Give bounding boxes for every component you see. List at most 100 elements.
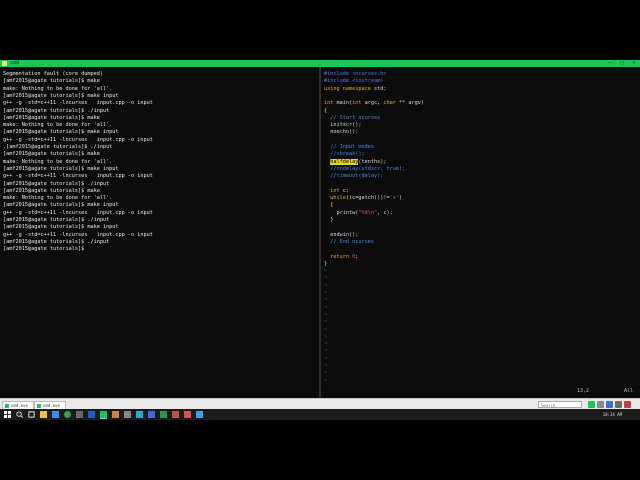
app-icon[interactable] — [88, 411, 95, 418]
vim-code-line: ~ — [324, 283, 327, 290]
vim-empty-line-marker: ~ — [324, 370, 328, 377]
mail-icon[interactable] — [148, 411, 155, 418]
code-token: , c); — [377, 209, 393, 216]
terminal-line: [amf2015@agate tutorials]$ make — [3, 187, 100, 194]
vim-code-line: ~ — [324, 327, 327, 334]
search-icon[interactable] — [16, 411, 23, 418]
code-token: ) — [398, 195, 403, 202]
window-titlebar[interactable]: cmd – □ × — [0, 60, 640, 67]
terminal-line: [amf2015@agate tutorials]$ make — [3, 78, 100, 85]
start-icon[interactable] — [4, 411, 11, 418]
window-title: cmd — [10, 60, 20, 66]
vim-empty-line-marker: ~ — [324, 319, 328, 326]
windows-taskbar: 10:34 AM — [0, 409, 640, 420]
vim-code-line: } — [324, 217, 333, 224]
vim-code-line: initscr(); — [324, 122, 361, 129]
code-token: char — [383, 100, 396, 107]
vim-empty-line-marker: ~ — [324, 297, 328, 304]
code-token: c; — [339, 187, 349, 194]
vim-empty-line-marker: ~ — [324, 275, 328, 282]
vim-code-line: printw("%d\n", c); — [324, 209, 393, 217]
vim-empty-line-marker: ~ — [324, 282, 328, 289]
app-icon[interactable] — [124, 411, 131, 418]
terminal-icon[interactable] — [100, 411, 107, 419]
search-input[interactable]: Search — [538, 401, 582, 408]
app-icon[interactable] — [172, 411, 179, 418]
terminal-icon — [37, 404, 41, 408]
code-token: { — [324, 202, 334, 209]
vim-empty-line-marker: ~ — [324, 326, 328, 333]
tray-settings-icon[interactable] — [597, 401, 604, 408]
vim-code-line: ~ — [324, 370, 327, 377]
tab-label: cmd.exe — [43, 403, 60, 408]
tray-app-icon[interactable] — [588, 401, 595, 408]
vim-empty-line-marker: ~ — [324, 348, 328, 355]
terminal-line: [amf2015@agate tutorials]$ ./input — [3, 180, 110, 187]
code-token: ** argv) — [395, 100, 424, 107]
vim-code-line: ~ — [324, 297, 327, 304]
app-icon[interactable] — [112, 411, 119, 418]
code-token: std; — [370, 85, 387, 92]
vim-code-line: { — [324, 202, 333, 209]
vim-code-line: while((c=getch())!='x') — [324, 195, 402, 202]
minimize-icon[interactable]: – — [605, 60, 615, 67]
tray-close-icon[interactable] — [624, 401, 631, 408]
code-token: halfdelay — [330, 158, 359, 165]
code-token: } — [324, 217, 334, 223]
store-icon[interactable] — [52, 411, 59, 418]
code-token: endwin(); — [324, 231, 359, 238]
code-token: initscr(); — [324, 122, 362, 129]
vim-code-line: // Input modes — [324, 144, 374, 151]
terminal-line: [amf2015@agate tutorials]$ make input — [3, 165, 119, 172]
terminal-line: g++ -g -std=c++11 -lncurses input.cpp -o… — [3, 173, 153, 180]
vim-editor-pane[interactable]: 13,2 All #include <ncurses.h> #include <i… — [321, 67, 640, 398]
vim-code-line: // End ncurses — [324, 239, 374, 246]
code-token: while — [330, 195, 346, 202]
tray-restore-icon[interactable] — [615, 401, 622, 408]
vim-cursor-position: 13,2 — [577, 388, 590, 394]
code-token: } — [324, 260, 328, 267]
app-icon[interactable] — [184, 411, 191, 418]
code-token: main( — [333, 100, 353, 107]
bottom-letterbox — [0, 420, 640, 480]
file-explorer-icon[interactable] — [40, 411, 47, 418]
task-view-icon[interactable] — [28, 411, 35, 418]
vim-code-line: int c; — [324, 188, 349, 195]
tray-window-icon[interactable] — [606, 401, 613, 408]
vim-code-line: ~ — [324, 341, 327, 348]
code-token: 'x' — [389, 195, 399, 202]
app-icon[interactable] — [136, 411, 143, 418]
terminal-line: [amf2015@agate tutorials]$ ./input — [3, 107, 110, 114]
vim-code-line: ~ — [324, 305, 327, 312]
app-icon[interactable] — [160, 411, 167, 418]
vim-code-line: //timeout(delay); — [324, 173, 383, 180]
app-icon[interactable] — [196, 411, 203, 418]
maximize-icon[interactable]: □ — [617, 60, 627, 67]
vim-code-line: ~ — [324, 363, 327, 370]
code-token: // Input modes — [330, 144, 374, 150]
app-icon[interactable] — [76, 411, 83, 418]
vim-code-line: ~ — [324, 319, 327, 326]
vim-code-line: int main(int argc, char ** argv) — [324, 100, 424, 107]
vim-empty-line-marker: ~ — [324, 304, 328, 311]
vim-empty-line-marker: ~ — [324, 355, 328, 362]
code-token: namespace — [342, 85, 371, 92]
code-token: // Start ncurses — [330, 114, 381, 121]
vim-code-line: #include <iostream> — [324, 78, 383, 85]
terminal-line: [amf2015@agate tutorials]$ make input — [3, 129, 119, 136]
code-token: int — [330, 187, 340, 194]
terminal-line: [amf2015@agate tutorials]$ make — [3, 151, 100, 158]
vim-empty-line-marker: ~ — [324, 311, 328, 318]
code-token: "%d\n" — [358, 209, 378, 216]
vim-code-line: ~ — [324, 268, 327, 275]
code-token: // End ncurses — [330, 238, 374, 245]
taskbar-clock[interactable]: 10:34 AM — [603, 409, 622, 420]
terminal-pane[interactable]: Segmentation fault (core dumped) [amf2015… — [0, 67, 319, 398]
code-token: ((c=getch())!= — [345, 195, 390, 202]
close-icon[interactable]: × — [629, 60, 639, 67]
terminal-line: [amf2015@agate tutorials]$ make input — [3, 202, 119, 209]
terminal-line: make: Nothing to be done for 'all'. — [3, 122, 113, 129]
code-token: return — [330, 253, 349, 260]
vim-code-line: halfdelay(tenths); — [324, 158, 386, 166]
chrome-icon[interactable] — [64, 411, 71, 418]
